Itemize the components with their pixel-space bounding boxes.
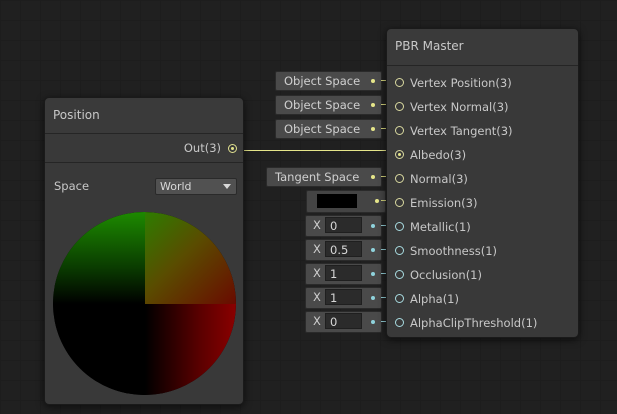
port-vertex-normal[interactable]: Vertex Normal(3) <box>387 95 578 119</box>
space-row: Space World <box>45 171 243 201</box>
vertex-tangent-space-value: Object Space <box>284 122 361 136</box>
occlusion-label: Occlusion(1) <box>410 268 482 282</box>
metallic-value-field[interactable]: 0 <box>325 217 362 233</box>
alpha-clip-input-port <box>371 320 375 324</box>
metallic-axis-label: X <box>313 218 321 232</box>
space-dropdown-value: World <box>160 180 192 193</box>
normal-space-input[interactable]: Tangent Space <box>266 167 382 187</box>
smoothness-input-port <box>371 248 375 252</box>
smoothness-input[interactable]: X 0.5 <box>305 239 382 261</box>
vertex-tangent-label: Vertex Tangent(3) <box>410 124 513 138</box>
space-label: Space <box>54 179 90 193</box>
vertex-normal-port[interactable] <box>395 102 404 111</box>
albedo-port[interactable] <box>395 150 404 159</box>
occlusion-port[interactable] <box>395 270 404 279</box>
vertex-normal-label: Vertex Normal(3) <box>410 100 509 114</box>
position-output-row: Out(3) <box>45 134 243 163</box>
space-dropdown[interactable]: World <box>155 178 237 195</box>
metallic-port[interactable] <box>395 222 404 231</box>
smoothness-value-field[interactable]: 0.5 <box>325 241 362 257</box>
occlusion-axis-label: X <box>313 266 321 280</box>
alpha-value-field[interactable]: 1 <box>325 289 362 305</box>
occlusion-input[interactable]: X 1 <box>305 263 382 285</box>
alpha-axis-label: X <box>313 290 321 304</box>
chevron-down-icon <box>223 184 231 189</box>
port-smoothness[interactable]: Smoothness(1) <box>387 239 578 263</box>
port-albedo[interactable]: Albedo(3) <box>387 143 578 167</box>
alpha-port[interactable] <box>395 294 404 303</box>
vertex-position-input-port <box>371 79 375 83</box>
albedo-label: Albedo(3) <box>410 148 467 162</box>
vertex-position-space-value: Object Space <box>284 74 361 88</box>
position-preview-sphere <box>53 212 236 395</box>
port-metallic[interactable]: Metallic(1) <box>387 215 578 239</box>
position-output-port[interactable] <box>228 144 237 153</box>
position-node[interactable]: Position Out(3) Space World <box>44 97 244 405</box>
occlusion-input-port <box>371 272 375 276</box>
pbr-master-node[interactable]: PBR Master Vertex Position(3) Vertex Nor… <box>386 28 579 338</box>
alpha-clip-value-field[interactable]: 0 <box>325 313 362 329</box>
vertex-tangent-port[interactable] <box>395 126 404 135</box>
normal-input-port <box>371 175 375 179</box>
position-output-label: Out(3) <box>183 141 221 155</box>
emission-color-input[interactable] <box>306 190 386 213</box>
normal-port[interactable] <box>395 174 404 183</box>
alpha-clip-threshold-label: AlphaClipThreshold(1) <box>410 316 538 330</box>
vertex-tangent-input-port <box>371 127 375 131</box>
alpha-input[interactable]: X 1 <box>305 287 382 309</box>
alpha-clip-input[interactable]: X 0 <box>305 311 382 333</box>
occlusion-value-field[interactable]: 1 <box>325 265 362 281</box>
vertex-position-port[interactable] <box>395 78 404 87</box>
alpha-input-port <box>371 296 375 300</box>
alpha-clip-axis-label: X <box>313 314 321 328</box>
alpha-label: Alpha(1) <box>410 292 459 306</box>
vertex-position-label: Vertex Position(3) <box>410 76 512 90</box>
alpha-clip-threshold-port[interactable] <box>395 318 404 327</box>
emission-input-port <box>375 199 379 203</box>
emission-port[interactable] <box>395 198 404 207</box>
metallic-input-port <box>371 224 375 228</box>
port-occlusion[interactable]: Occlusion(1) <box>387 263 578 287</box>
port-vertex-tangent[interactable]: Vertex Tangent(3) <box>387 119 578 143</box>
port-alpha-clip-threshold[interactable]: AlphaClipThreshold(1) <box>387 311 578 335</box>
port-normal[interactable]: Normal(3) <box>387 167 578 191</box>
port-emission[interactable]: Emission(3) <box>387 191 578 215</box>
metallic-label: Metallic(1) <box>410 220 471 234</box>
vertex-normal-input-port <box>371 103 375 107</box>
vertex-normal-space-value: Object Space <box>284 98 361 112</box>
pbr-master-title: PBR Master <box>387 29 578 66</box>
smoothness-label: Smoothness(1) <box>410 244 498 258</box>
normal-space-value: Tangent Space <box>275 170 360 184</box>
port-vertex-position[interactable]: Vertex Position(3) <box>387 71 578 95</box>
emission-label: Emission(3) <box>410 196 478 210</box>
port-alpha[interactable]: Alpha(1) <box>387 287 578 311</box>
position-node-title: Position <box>45 98 243 134</box>
normal-label: Normal(3) <box>410 172 468 186</box>
emission-color-swatch[interactable] <box>317 194 357 208</box>
smoothness-axis-label: X <box>313 242 321 256</box>
vertex-normal-space-input[interactable]: Object Space <box>275 95 382 115</box>
vertex-position-space-input[interactable]: Object Space <box>275 71 382 91</box>
metallic-input[interactable]: X 0 <box>305 215 382 237</box>
smoothness-port[interactable] <box>395 246 404 255</box>
vertex-tangent-space-input[interactable]: Object Space <box>275 119 382 139</box>
albedo-connection-wire[interactable] <box>238 150 388 151</box>
